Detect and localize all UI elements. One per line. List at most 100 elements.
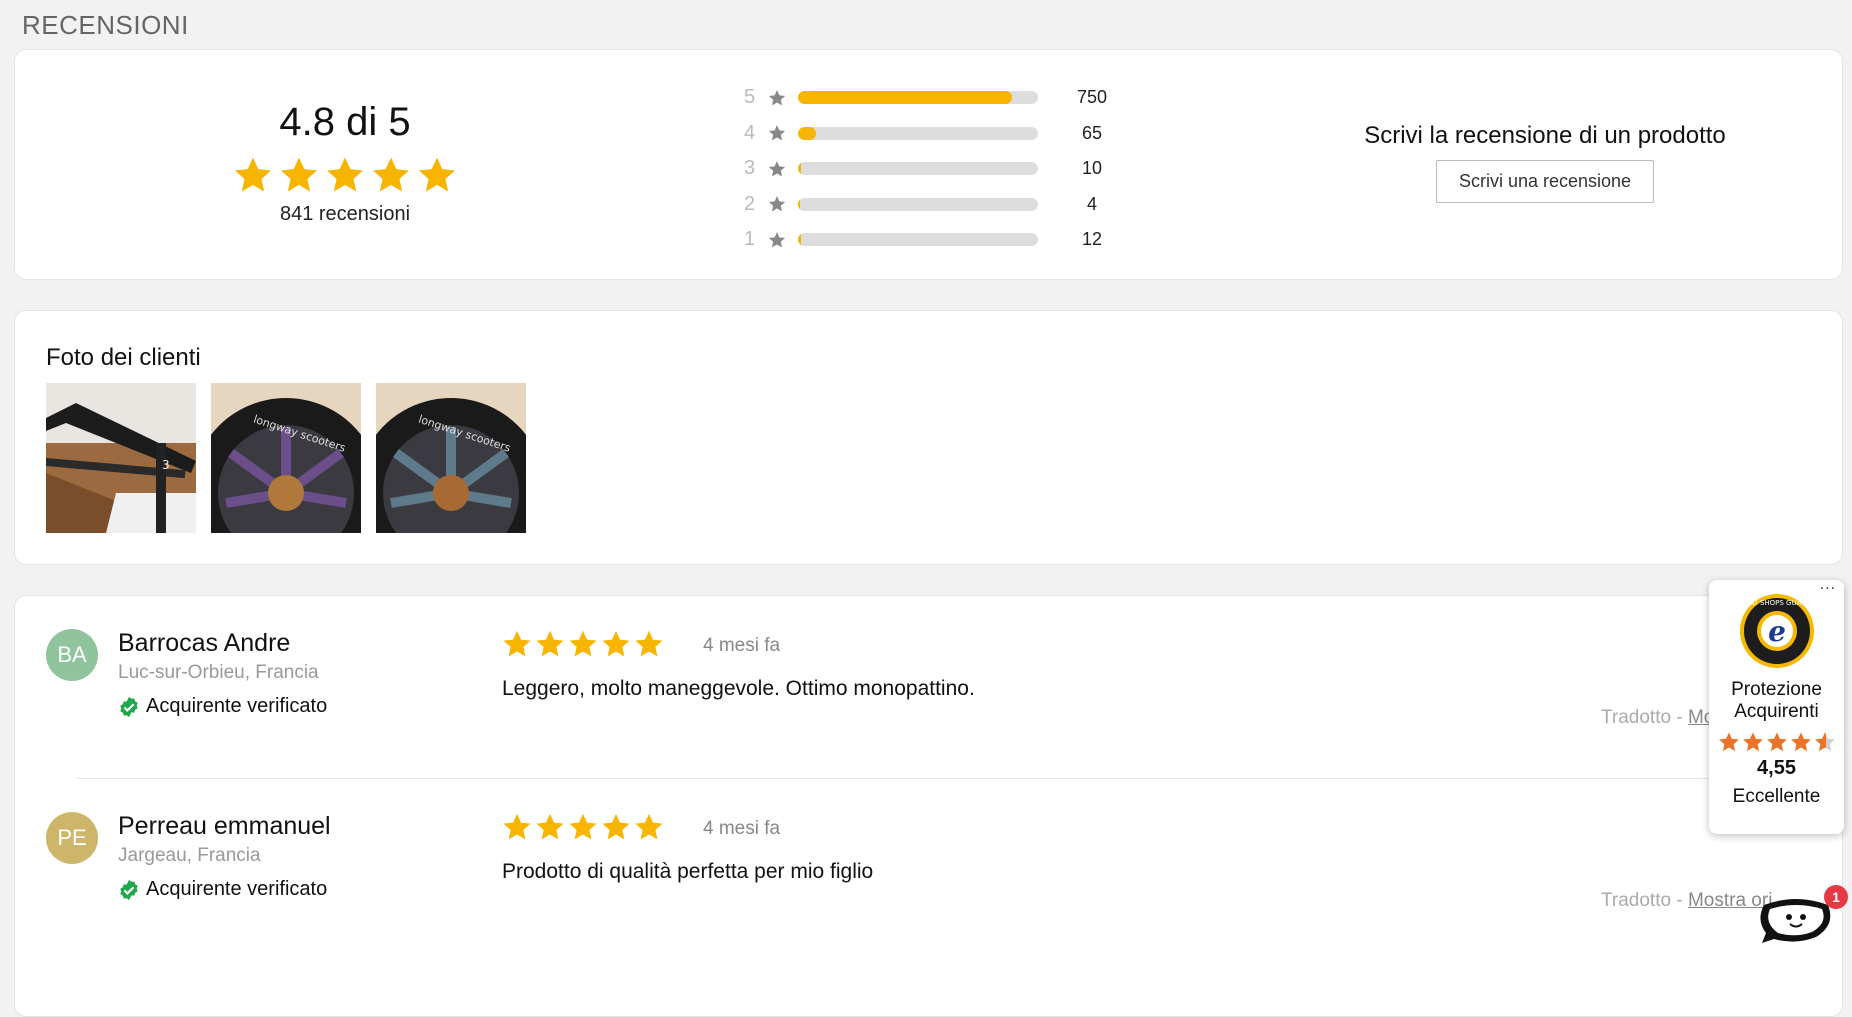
star-icon: [419, 157, 455, 192]
review-item: BA Barrocas Andre Luc-sur-Orbieu, Franci…: [46, 596, 1842, 779]
rating-row-count: 65: [1081, 122, 1103, 143]
star-icon: [602, 813, 630, 840]
rating-bar: [798, 126, 1038, 140]
review-count: 841 recensioni: [279, 203, 411, 225]
rating-row-3[interactable]: 3 10: [744, 151, 1132, 187]
chat-notification-badge: 1: [1824, 885, 1848, 909]
trusted-shops-score: 4,55: [1757, 757, 1796, 779]
rating-row-count: 4: [1086, 193, 1097, 214]
svg-text:e: e: [1768, 615, 1786, 648]
half-star-icon: [1814, 732, 1835, 752]
star-icon: [635, 630, 663, 657]
rating-row-label: 3: [744, 157, 756, 180]
more-options-icon[interactable]: ...: [1820, 576, 1836, 594]
rating-bar: [798, 162, 1038, 176]
rating-bar-fill: [798, 126, 817, 140]
rating-row-1[interactable]: 1 12: [744, 222, 1132, 258]
verified-buyer-badge: Acquirente verificato: [118, 878, 327, 901]
star-icon: [503, 813, 531, 840]
buyer-protection-label: Protezione Acquirenti: [1709, 679, 1844, 723]
scooter-wheel-photo[interactable]: longway scooters: [211, 383, 361, 533]
rating-row-5[interactable]: 5 750: [744, 80, 1132, 116]
seal-text: TRUSTED SHOPS GUARANTEE: [1738, 599, 1816, 607]
star-icon: [602, 630, 630, 657]
rating-row-label: 1: [744, 228, 756, 251]
star-icon: [503, 630, 531, 657]
reviewer-name: Perreau emmanuel: [118, 812, 331, 840]
rating-bar-fill: [798, 91, 1012, 105]
star-icon: [373, 157, 409, 192]
write-review-section: Scrivi la recensione di un prodotto Scri…: [1295, 122, 1795, 203]
star-icon: [768, 160, 786, 177]
review-item: PE Perreau emmanuel Jargeau, Francia Acq…: [46, 779, 1842, 962]
customer-photos-card: Foto dei clienti 3 longway scooters long…: [14, 310, 1843, 565]
rating-distribution: 5 750 4 65 3 10 2 4 1 12: [744, 80, 1132, 258]
star-icon: [768, 196, 786, 212]
verified-label: Acquirente verificato: [146, 695, 328, 717]
verified-label: Acquirente verificato: [146, 878, 328, 900]
write-review-title: Scrivi la recensione di un prodotto: [1364, 122, 1726, 149]
trusted-shops-seal-icon: e TRUSTED SHOPS GUARANTEE: [1709, 592, 1844, 675]
star-icon: [536, 813, 564, 840]
rating-row-label: 2: [744, 192, 756, 215]
avatar: BA: [46, 629, 98, 681]
reviewer-location: Jargeau, Francia: [118, 845, 261, 866]
rating-row-count: 750: [1076, 87, 1108, 108]
trusted-shops-rating-text: Eccellente: [1732, 786, 1821, 807]
rating-bar-fill: [798, 233, 802, 247]
average-rating-value: 4.8 di 5: [279, 100, 411, 144]
review-stars: [502, 812, 664, 842]
review-date: 4 mesi fa: [703, 635, 781, 656]
trusted-shops-stars: [1709, 731, 1844, 753]
chat-bubble-icon: [1760, 899, 1831, 943]
star-icon: [536, 630, 564, 657]
star-icon: [1790, 732, 1811, 752]
buyer-protection-line1: Protezione: [1731, 679, 1822, 700]
review-text: Prodotto di qualità perfetta per mio fig…: [502, 860, 874, 883]
buyer-protection-line2: Acquirenti: [1734, 701, 1819, 722]
star-icon: [635, 813, 663, 840]
avatar: PE: [46, 812, 98, 864]
chat-widget-button[interactable]: [1756, 895, 1836, 945]
rating-row-label: 4: [744, 121, 756, 144]
star-icon: [569, 630, 597, 657]
rating-row-4[interactable]: 4 65: [744, 116, 1132, 152]
reviews-list-card: BA Barrocas Andre Luc-sur-Orbieu, Franci…: [14, 595, 1843, 1017]
review-stars: [502, 629, 664, 659]
star-icon: [569, 813, 597, 840]
customer-photos-title: Foto dei clienti: [46, 344, 201, 371]
translated-label: Tradotto -: [1601, 707, 1688, 728]
rating-row-count: 10: [1081, 158, 1103, 179]
star-icon: [235, 157, 271, 192]
average-stars: [195, 155, 495, 195]
verified-check-icon: [120, 696, 138, 717]
star-icon: [281, 157, 317, 192]
translation-note: Tradotto - Mostra ori: [1601, 890, 1772, 912]
review-date: 4 mesi fa: [703, 818, 781, 839]
star-icon: [768, 89, 786, 106]
trusted-shops-badge[interactable]: ... e TRUSTED SHOPS GUARANTEE Protezione…: [1709, 576, 1844, 834]
rating-bar-fill: [798, 197, 801, 211]
svg-text:3: 3: [162, 458, 170, 472]
review-text: Leggero, molto maneggevole. Ottimo monop…: [502, 677, 975, 700]
average-rating: 4.8 di 5 841 recensioni: [195, 100, 495, 226]
rating-summary-card: 4.8 di 5 841 recensioni 5 750 4 65 3 10: [14, 49, 1843, 280]
rating-bar: [798, 91, 1038, 105]
rating-bar-fill: [798, 162, 801, 176]
rating-row-count: 12: [1081, 229, 1103, 250]
customer-photos-strip: 3 longway scooters longway scooters: [46, 383, 526, 533]
reviewer-name: Barrocas Andre: [118, 629, 291, 657]
rating-bar: [798, 233, 1038, 247]
rating-row-label: 5: [744, 86, 756, 109]
scooter-wheel-photo[interactable]: longway scooters: [376, 383, 526, 533]
star-icon: [768, 231, 786, 248]
rating-row-2[interactable]: 2 4: [744, 187, 1132, 223]
star-icon: [1766, 732, 1787, 752]
verified-check-icon: [120, 879, 138, 900]
write-review-button[interactable]: Scrivi una recensione: [1435, 160, 1655, 203]
star-icon: [1718, 732, 1739, 752]
verified-buyer-badge: Acquirente verificato: [118, 695, 327, 718]
translated-label: Tradotto -: [1601, 890, 1688, 911]
rating-bar: [798, 197, 1038, 211]
scooter-deck-photo[interactable]: 3: [46, 383, 196, 533]
